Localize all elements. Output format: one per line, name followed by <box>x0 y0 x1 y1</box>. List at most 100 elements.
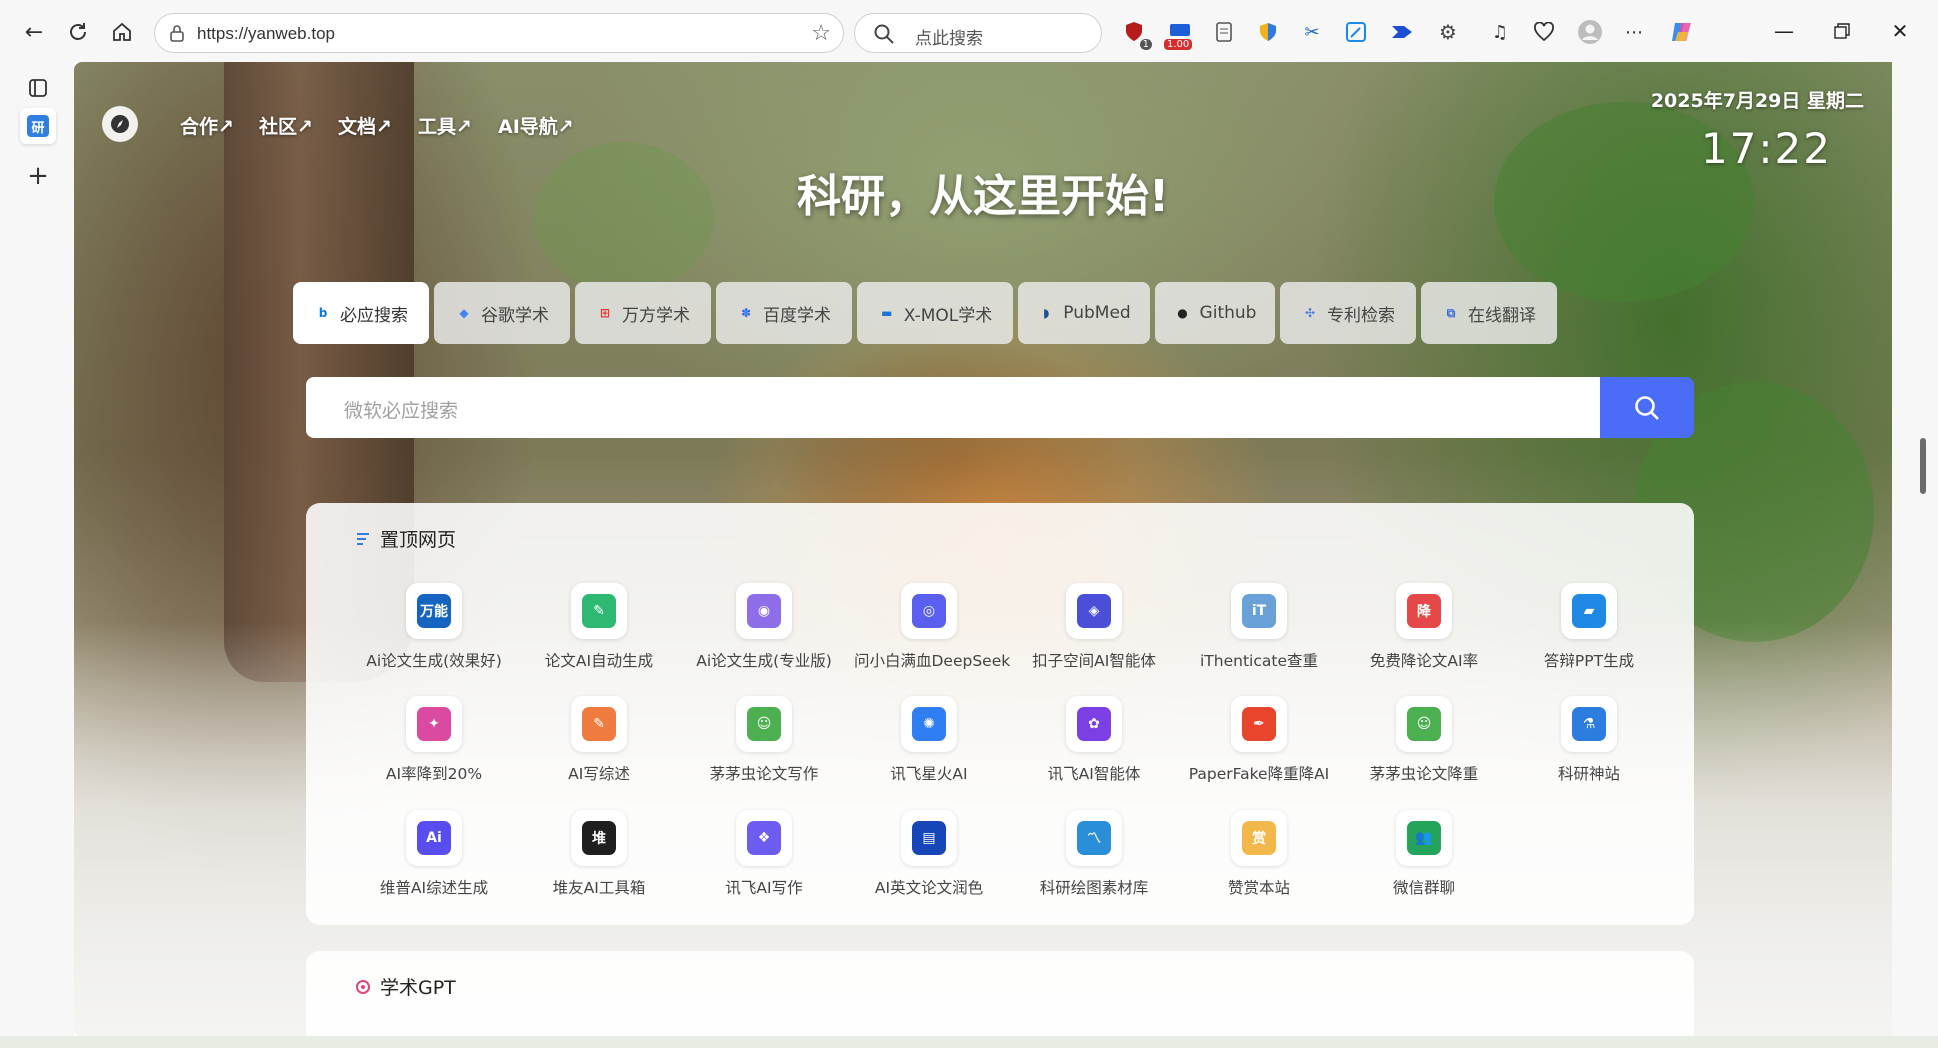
site-icon-glyph: ✎ <box>582 707 616 741</box>
reading-mode-icon[interactable] <box>1210 18 1238 46</box>
site-icon-glyph: ◉ <box>747 594 781 628</box>
pinned-site-label: AI率降到20% <box>385 765 483 783</box>
engine-tab[interactable]: ● Github <box>1155 282 1275 344</box>
baidu-paw-icon: ✽ <box>740 306 752 320</box>
pinned-site-item[interactable]: 降免费降论文AI率 <box>1349 583 1499 671</box>
nav-link-docs[interactable]: 文档↗ <box>338 112 392 139</box>
new-tab-plus-icon[interactable]: + <box>20 158 56 194</box>
pinned-site-item[interactable]: iT iThenticate查重 <box>1184 583 1334 671</box>
pinned-site-item[interactable]: 万能 Ai论文生成(效果好) <box>359 583 509 671</box>
site-tab-favicon[interactable]: 研 <box>20 108 56 144</box>
address-bar[interactable]: https://yanweb.top ☆ <box>154 13 844 53</box>
nav-link-tools[interactable]: 工具↗ <box>418 112 472 139</box>
site-icon-glyph: 降 <box>1407 594 1441 628</box>
back-icon[interactable]: ← <box>16 14 52 50</box>
performance-heart-icon[interactable] <box>1530 18 1558 46</box>
site-logo-compass-icon[interactable] <box>102 106 138 142</box>
site-icon-glyph: 👥 <box>1407 821 1441 855</box>
pinned-site-item[interactable]: ✦ AI率降到20% <box>359 696 509 784</box>
gpt-section-icon <box>356 979 370 994</box>
pinned-site-item[interactable]: 堆堆友AI工具箱 <box>524 810 674 898</box>
pinned-site-label: 茅茅虫论文降重 <box>1369 765 1479 783</box>
pinned-site-label: 微信群聊 <box>1392 879 1455 897</box>
engine-tab[interactable]: ✽ 百度学术 <box>716 282 852 344</box>
site-icon-glyph: 万能 <box>417 594 451 628</box>
nav-link-ai-navigation[interactable]: AI导航↗ <box>498 112 574 139</box>
engine-tab[interactable]: ▬ X-MOL学术 <box>857 282 1013 344</box>
close-icon[interactable]: ✕ <box>1880 16 1920 46</box>
pinned-site-item[interactable]: ☺ 茅茅虫论文写作 <box>689 696 839 784</box>
vertical-tab-strip: 研 + <box>0 62 74 1048</box>
lock-icon[interactable] <box>167 23 187 43</box>
engine-tab-label: 百度学术 <box>763 305 831 326</box>
pinned-site-item[interactable]: ⚗ 科研神站 <box>1514 696 1664 784</box>
url-text[interactable]: https://yanweb.top <box>197 24 335 44</box>
more-menu-icon[interactable]: ⋯ <box>1620 18 1648 46</box>
pinned-site-item[interactable]: 👥 微信群聊 <box>1349 810 1499 898</box>
search-submit-button[interactable] <box>1600 377 1694 438</box>
engine-tab[interactable]: ⧉ 在线翻译 <box>1421 282 1557 344</box>
home-icon[interactable] <box>104 14 140 50</box>
edit-extension-icon[interactable] <box>1342 18 1370 46</box>
pinned-site-item[interactable]: ◈ 扣子空间AI智能体 <box>1019 583 1169 671</box>
site-icon-glyph: ◈ <box>1077 594 1111 628</box>
scrollbar-thumb[interactable] <box>1920 438 1926 494</box>
minimize-icon[interactable]: — <box>1764 16 1804 46</box>
pinned-site-item[interactable]: ▰ 答辩PPT生成 <box>1514 583 1664 671</box>
site-icon-glyph: ✿ <box>1077 707 1111 741</box>
pinned-site-item[interactable]: ✎ AI写综述 <box>524 696 674 784</box>
maomaochong-icon: ☺ <box>736 696 792 752</box>
pinned-site-item[interactable]: ▤ AI英文论文润色 <box>854 810 1004 898</box>
pinned-site-item[interactable]: Ai 维普AI综述生成 <box>359 810 509 898</box>
media-extension-icon[interactable]: 1.00 <box>1164 18 1194 50</box>
engine-tab-label: 在线翻译 <box>1468 305 1536 326</box>
pinned-site-item[interactable]: ✿ 讯飞AI智能体 <box>1019 696 1169 784</box>
engine-tab[interactable]: b 必应搜索 <box>293 282 429 344</box>
pinned-site-item[interactable]: 〽科研绘图素材库 <box>1019 810 1169 898</box>
pinned-site-item[interactable]: ❖ 讯飞AI写作 <box>689 810 839 898</box>
arrow-extension-icon[interactable] <box>1388 18 1416 46</box>
pinned-site-item[interactable]: ✺ 讯飞星火AI <box>854 696 1004 784</box>
tab-actions-icon[interactable] <box>20 70 56 106</box>
main-search-input[interactable]: 微软必应搜索 <box>306 377 1600 438</box>
engine-tab[interactable]: ◆ 谷歌学术 <box>434 282 570 344</box>
xmol-icon: ▬ <box>881 306 893 320</box>
browser-search-box[interactable]: 点此搜索 <box>854 13 1102 53</box>
pinned-site-label: AI英文论文润色 <box>874 879 984 897</box>
copilot-icon[interactable] <box>1668 18 1696 46</box>
restore-icon[interactable] <box>1822 16 1862 46</box>
site-icon-glyph: Ai <box>417 821 451 855</box>
pinned-pages-card: 置顶网页 万能 Ai论文生成(效果好) ✎ 论文AI自动生成 ◉ Ai论文生成(专业版) ◎… <box>306 503 1694 925</box>
academic-gpt-card: 学术GPT <box>306 951 1694 1036</box>
aibiye-robot-icon: ◉ <box>736 583 792 639</box>
engine-tab[interactable]: ⊞ 万方学术 <box>575 282 711 344</box>
site-icon-glyph: 〽 <box>1077 821 1111 855</box>
engine-tab[interactable]: ◗ PubMed <box>1018 282 1150 344</box>
pinned-pages-title: 置顶网页 <box>380 529 457 551</box>
pinned-site-item[interactable]: ✎ 论文AI自动生成 <box>524 583 674 671</box>
music-icon[interactable]: ♫ <box>1486 18 1514 46</box>
pinned-pages-header: 置顶网页 <box>354 525 456 552</box>
colorful-shield-icon[interactable] <box>1254 18 1282 46</box>
pinned-site-item[interactable]: ◉ Ai论文生成(专业版) <box>689 583 839 671</box>
pinned-site-item[interactable]: ☺ 茅茅虫论文降重 <box>1349 696 1499 784</box>
pinned-site-item[interactable]: ✒ PaperFake降重降AI <box>1184 696 1334 784</box>
nav-link-community[interactable]: 社区↗ <box>259 112 313 139</box>
engine-tab-label: 必应搜索 <box>340 305 408 326</box>
shield-extension-icon[interactable]: 1 <box>1120 18 1152 50</box>
nav-link-cooperation[interactable]: 合作↗ <box>180 112 234 139</box>
favorite-star-icon[interactable]: ☆ <box>811 21 831 46</box>
pinned-site-item[interactable]: 赏赞赏本站 <box>1184 810 1334 898</box>
pinned-site-item[interactable]: ◎ 问小白满血DeepSeek <box>854 583 1010 671</box>
extensions-puzzle-icon[interactable]: ⚙ <box>1434 18 1462 46</box>
scissors-icon[interactable]: ✂ <box>1298 18 1326 46</box>
site-icon-glyph: ▤ <box>912 821 946 855</box>
pinned-section-icon <box>357 532 369 545</box>
profile-avatar[interactable] <box>1576 18 1604 46</box>
pubmed-icon: ◗ <box>1043 306 1050 320</box>
engine-tab[interactable]: ✣ 专利检索 <box>1280 282 1416 344</box>
xinghuo-icon: ✺ <box>901 696 957 752</box>
drawing-library-icon: 〽 <box>1066 810 1122 866</box>
refresh-icon[interactable] <box>60 14 96 50</box>
engine-tab-label: 万方学术 <box>622 305 690 326</box>
